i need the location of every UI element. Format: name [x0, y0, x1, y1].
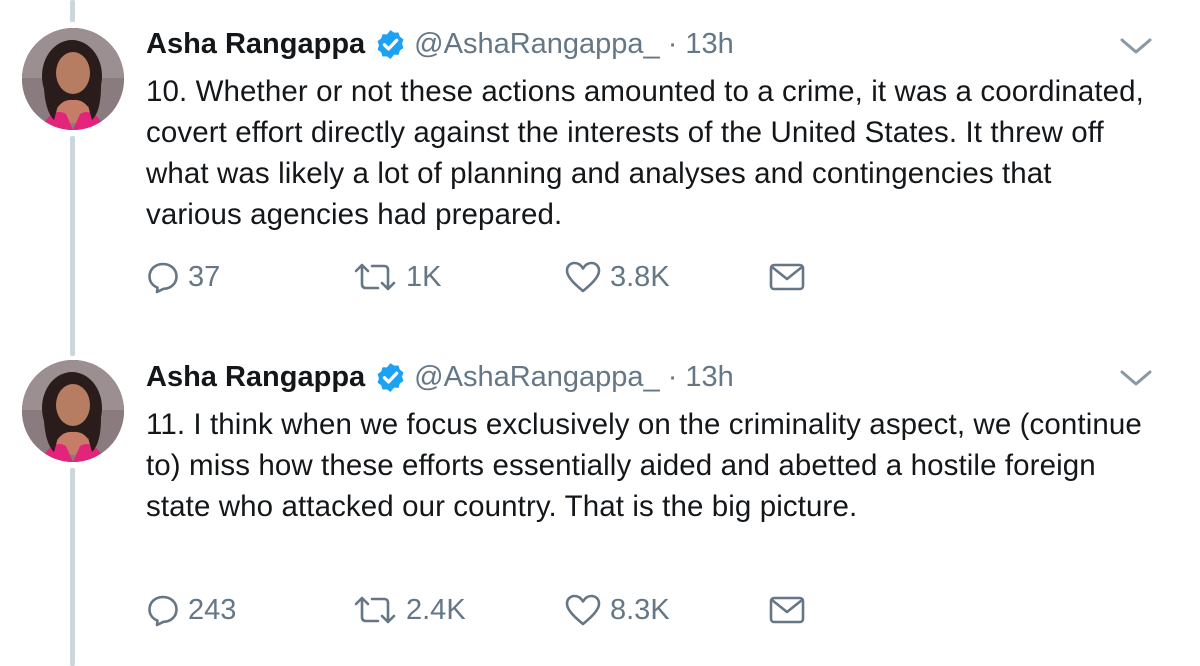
- message-button[interactable]: [768, 257, 806, 297]
- author-handle[interactable]: @AshaRangappa_: [414, 361, 660, 394]
- timestamp[interactable]: 13h: [685, 361, 733, 394]
- envelope-icon: [768, 594, 806, 626]
- retweet-icon: [352, 260, 398, 294]
- like-button[interactable]: 3.8K: [564, 257, 670, 297]
- tweet-text: 10. Whether or not these actions amounte…: [146, 75, 1144, 231]
- avatar[interactable]: [22, 28, 124, 130]
- chevron-down-icon[interactable]: [1118, 366, 1154, 390]
- like-count: 3.8K: [610, 260, 670, 293]
- tweet-header: Asha Rangappa @AshaRangappa_ · 13h: [146, 357, 734, 397]
- tweet-header: Asha Rangappa @AshaRangappa_ · 13h: [146, 24, 734, 64]
- timestamp[interactable]: 13h: [685, 28, 733, 61]
- envelope-icon: [768, 261, 806, 293]
- tweet-actions: 243 2.4K 8.3K: [146, 590, 846, 630]
- retweet-button[interactable]: 1K: [352, 257, 441, 297]
- author-handle[interactable]: @AshaRangappa_: [414, 28, 660, 61]
- retweet-icon: [352, 593, 398, 627]
- retweet-count: 2.4K: [406, 593, 466, 626]
- separator-dot: ·: [667, 360, 678, 393]
- reply-button[interactable]: 37: [146, 257, 220, 297]
- retweet-button[interactable]: 2.4K: [352, 590, 466, 630]
- heart-icon: [564, 593, 602, 627]
- reply-button[interactable]: 243: [146, 590, 236, 630]
- author-name[interactable]: Asha Rangappa: [146, 28, 365, 61]
- avatar[interactable]: [22, 360, 124, 462]
- verified-badge-icon: [374, 361, 407, 394]
- retweet-count: 1K: [406, 260, 442, 293]
- author-name[interactable]: Asha Rangappa: [146, 361, 365, 394]
- verified-badge-icon: [374, 28, 407, 61]
- tweet-text: 11. I think when we focus exclusively on…: [146, 408, 1142, 523]
- heart-icon: [564, 260, 602, 294]
- like-count: 8.3K: [610, 593, 670, 626]
- like-button[interactable]: 8.3K: [564, 590, 670, 630]
- tweet[interactable]: Asha Rangappa @AshaRangappa_ · 13h 11. I…: [0, 330, 1200, 666]
- chevron-down-icon[interactable]: [1118, 34, 1154, 58]
- tweet[interactable]: Asha Rangappa @AshaRangappa_ · 13h 10. W…: [0, 0, 1200, 330]
- reply-icon: [146, 593, 180, 627]
- separator-dot: ·: [667, 27, 678, 60]
- tweet-actions: 37 1K 3.8K: [146, 257, 846, 297]
- reply-icon: [146, 260, 180, 294]
- message-button[interactable]: [768, 590, 806, 630]
- reply-count: 243: [188, 593, 237, 626]
- reply-count: 37: [188, 260, 221, 293]
